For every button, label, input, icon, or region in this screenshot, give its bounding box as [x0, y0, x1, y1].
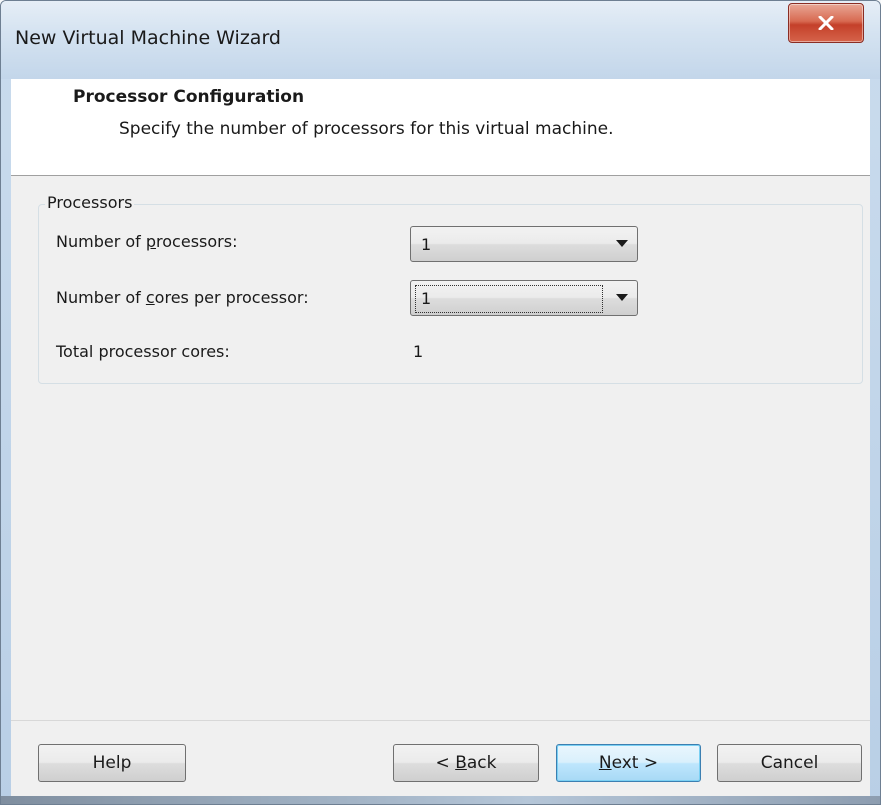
help-button-label: Help — [92, 753, 132, 773]
wizard-content: Processors Number of processors: 1 Numbe… — [11, 176, 870, 720]
cancel-button[interactable]: Cancel — [717, 744, 862, 782]
back-label-suffix: ack — [466, 753, 497, 773]
window-title: New Virtual Machine Wizard — [15, 27, 281, 49]
total-cores-label: Total processor cores: — [56, 342, 230, 361]
num-processors-access-key: p — [145, 232, 157, 251]
num-processors-label-prefix: Number of — [56, 232, 146, 251]
num-processors-value: 1 — [421, 235, 432, 254]
chevron-down-icon — [616, 294, 628, 301]
num-processors-dropdown[interactable]: 1 — [410, 226, 638, 262]
taskbar-edge — [1, 796, 880, 804]
next-label-suffix: ext > — [611, 753, 659, 773]
help-button[interactable]: Help — [38, 744, 186, 782]
cores-label-prefix: Number of — [56, 288, 146, 307]
num-processors-label: Number of processors: — [56, 232, 237, 251]
next-button-label: Next > — [599, 753, 658, 773]
page-title: Processor Configuration — [73, 87, 305, 107]
title-bar[interactable]: New Virtual Machine Wizard — [1, 1, 880, 79]
back-label-prefix: < — [435, 753, 456, 773]
back-button[interactable]: < Back — [393, 744, 539, 782]
cores-label-suffix: ores per processor: — [154, 288, 309, 307]
processors-group-caption: Processors — [45, 193, 135, 212]
cores-per-processor-dropdown[interactable]: 1 — [410, 280, 638, 316]
close-button[interactable] — [788, 3, 864, 43]
next-button[interactable]: Next > — [556, 744, 701, 782]
page-description: Specify the number of processors for thi… — [119, 119, 614, 139]
back-button-label: < Back — [436, 753, 497, 773]
cores-per-processor-value: 1 — [421, 289, 432, 308]
focus-rectangle — [415, 285, 603, 313]
cores-access-key: c — [145, 288, 155, 307]
next-access-key: N — [598, 753, 612, 773]
chevron-down-icon — [616, 240, 628, 247]
total-cores-value: 1 — [413, 342, 424, 361]
back-access-key: B — [455, 753, 467, 773]
cores-per-processor-label: Number of cores per processor: — [56, 288, 309, 307]
wizard-footer: Help < Back Next > Cancel — [11, 720, 870, 797]
cancel-button-label: Cancel — [760, 753, 819, 773]
num-processors-label-suffix: rocessors: — [156, 232, 238, 251]
wizard-header: Processor Configuration Specify the numb… — [11, 79, 870, 176]
close-icon — [818, 16, 834, 30]
wizard-window: New Virtual Machine Wizard Processor Con… — [0, 0, 881, 805]
